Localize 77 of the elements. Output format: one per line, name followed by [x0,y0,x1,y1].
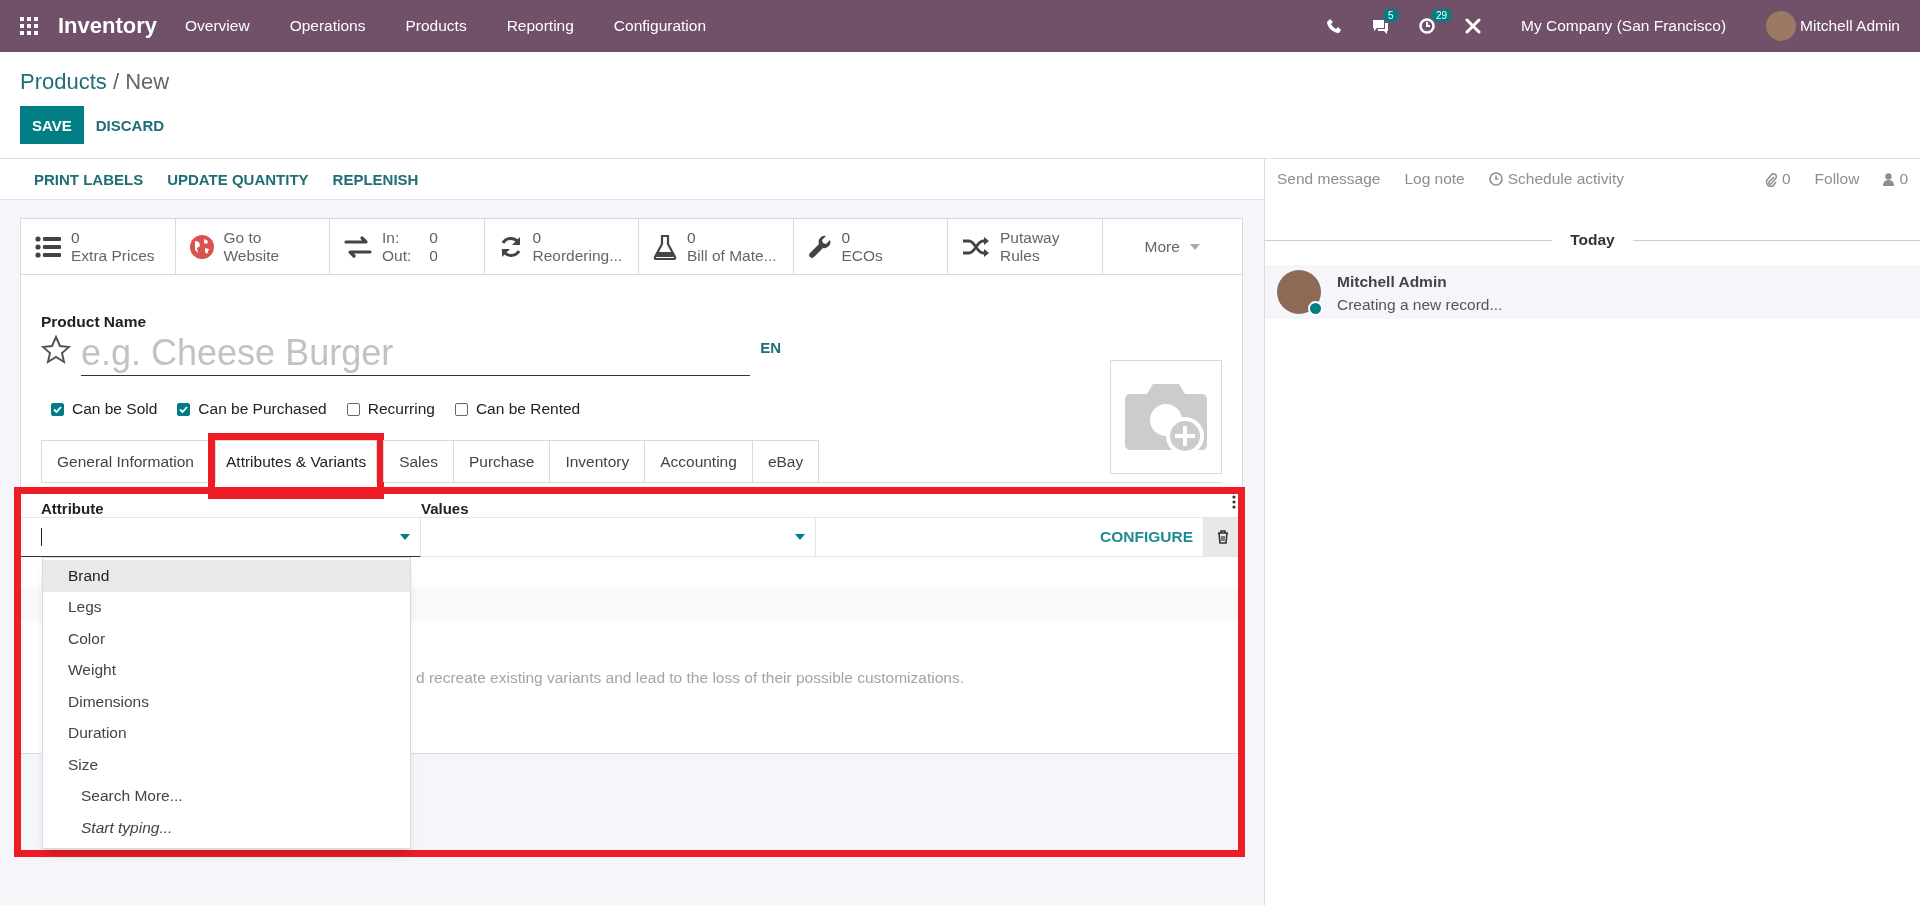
check-icon [179,405,189,413]
transfer-arrows-icon [344,235,372,258]
caret-icon [400,534,410,540]
apps-menu-icon[interactable] [20,17,38,35]
discard-button[interactable]: DISCARD [83,106,177,144]
breadcrumb-link[interactable]: Products [20,69,107,94]
checkbox[interactable] [346,402,360,416]
paperclip-icon [1764,171,1777,187]
checkbox[interactable] [51,402,64,416]
caret-icon [795,534,805,540]
action-button[interactable]: UPDATE QUANTITY [155,161,321,197]
checkbox-label: Can be Purchased [198,400,327,418]
search-more-link[interactable]: Search More... [43,780,410,812]
date-separator: Today [1570,231,1615,249]
configure-link[interactable]: CONFIGURE [1100,528,1193,546]
smart-button[interactable]: Putaway Rules [948,219,1103,274]
dropdown-option[interactable]: Brand [43,560,410,592]
action-button[interactable]: PRINT LABELS [22,161,156,197]
message-count-badge: 5 [1383,9,1399,22]
clock-icon[interactable] [1419,18,1436,34]
column-header: Values [421,500,470,517]
flask-icon [653,233,677,260]
company-switcher[interactable]: My Company (San Francisco) [1521,17,1727,35]
save-button[interactable]: SAVE [20,106,84,144]
dropdown-option[interactable]: Weight [43,654,410,686]
message-author: Mitchell Admin [1337,273,1448,291]
shuffle-icon [962,235,990,258]
dropdown-option[interactable]: Dimensions [43,686,410,718]
chat-icon[interactable] [1371,18,1390,34]
warning-text: d recreate existing variants and lead to the loss of their possible customizations. [416,669,965,687]
action-button[interactable]: REPLENISH [320,161,431,197]
globe-icon [189,234,214,259]
tab[interactable]: eBay [751,440,820,482]
tab[interactable]: General Information [41,440,210,482]
smart-button[interactable]: Go to Website [175,219,330,274]
check-icon [53,405,62,413]
start-typing-hint: Start typing... [80,817,174,838]
checkbox[interactable] [454,402,468,416]
field-label: Product Name [41,313,148,331]
smart-button[interactable]: 0 ECOs [793,219,948,274]
activity-count-badge: 29 [1431,9,1453,22]
dropdown-option[interactable]: Duration [43,717,410,749]
user-menu[interactable]: Mitchell Admin [1800,17,1900,35]
smart-button[interactable]: More [1102,219,1242,274]
dropdown-option[interactable]: Color [43,623,410,655]
menu-item[interactable]: Products [405,17,467,35]
smart-button[interactable]: 0 Reordering... [484,219,639,274]
menu-item[interactable]: Reporting [506,17,574,35]
menu-item[interactable]: Configuration [613,17,707,35]
star-icon[interactable] [41,335,71,365]
checkbox-label: Recurring [367,400,435,418]
language-button[interactable]: EN [760,339,781,356]
dropdown-option[interactable]: Size [43,749,410,781]
phone-icon[interactable] [1327,19,1342,33]
clock-icon [1488,172,1503,186]
person-icon [1883,172,1895,186]
wrench-icon [807,234,832,259]
checkbox-label: Can be Sold [72,400,158,418]
checkbox-label: Can be Rented [475,400,581,418]
kebab-menu-icon[interactable] [1232,495,1236,509]
checkbox[interactable] [177,402,191,416]
column-header: Attribute [41,500,105,517]
tab[interactable]: Sales [383,440,454,482]
trash-icon[interactable] [1217,530,1229,544]
list-icon [35,235,61,258]
menu-item[interactable]: Overview [185,17,250,35]
app-name[interactable]: Inventory [58,13,158,39]
breadcrumb-current: / New [112,69,170,94]
message-body: Creating a new record... [1337,296,1503,314]
caret-icon [1189,243,1200,250]
smart-button[interactable]: 0 Bill of Mate... [639,219,794,274]
smart-button[interactable]: In: 0 Out: 0 [330,219,485,274]
smart-button[interactable]: 0 Extra Prices [21,219,176,274]
tools-icon[interactable] [1465,18,1482,34]
product-name-field[interactable]: e.g. Cheese Burger [81,331,751,376]
tab[interactable]: Attributes & Variants [215,440,378,483]
menu-item[interactable]: Operations [289,17,366,35]
